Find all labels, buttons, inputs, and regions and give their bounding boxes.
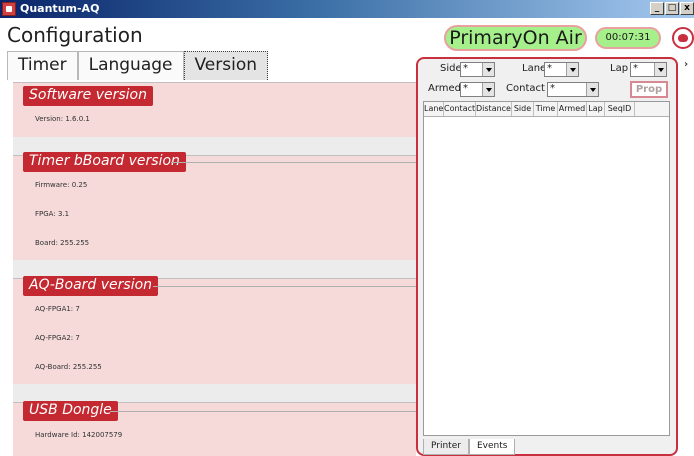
firmware-value: 0.25 [71,181,88,189]
board-label: Board: [35,239,58,247]
hardware-id-value: 142007579 [82,431,123,439]
events-panel: Side * Lane * Lap * Armed * Contact * Pr… [416,57,678,456]
prop-button[interactable]: Prop [630,81,668,98]
section-rule [171,162,416,163]
column-header-time[interactable]: Time [534,102,558,116]
chevron-down-icon[interactable] [586,83,598,96]
on-air-status-badge: PrimaryOn Air [444,25,587,51]
section-title-timer-board: Timer bBoard version [23,152,186,172]
chevron-down-icon[interactable] [566,63,578,76]
section-rule [110,411,416,412]
clock-display: 00:07:31 [595,27,661,49]
fpga-label: FPGA: [35,210,56,218]
events-panel-tabs: Printer Events [423,439,516,455]
filter-lap-label: Lap [610,63,629,74]
section-title-aq-board: AQ-Board version [23,276,159,296]
software-version-row: Version: 1.6.0.1 [35,115,90,123]
filter-side-dropdown[interactable]: * [460,62,495,77]
section-divider [13,384,416,402]
chevron-down-icon[interactable] [482,63,494,76]
window-titlebar: Quantum-AQ _ □ x [0,0,694,18]
fpga-value: 3.1 [57,210,70,218]
software-version-section: Software version Version: 1.6.0.1 [13,82,416,137]
chevron-down-icon[interactable] [482,83,494,96]
filter-contact-dropdown[interactable]: * [547,82,599,97]
aq-board-value: 255.255 [72,363,102,371]
aq-fpga2-label: AQ-FPGA2: [35,334,74,342]
filter-contact-value: * [550,83,555,94]
aq-fpga1-label: AQ-FPGA1: [35,305,74,313]
filter-lap-dropdown[interactable]: * [630,62,667,77]
usb-dongle-section: USB Dongle Hardware Id: 142007579 [13,401,416,456]
chevron-down-icon[interactable] [654,63,666,76]
board-value: 255.255 [60,239,90,247]
aq-fpga1-value: 7 [75,305,80,313]
events-table: Lane Contact Distance Side Time Armed La… [423,101,670,436]
section-title-usb: USB Dongle [23,401,118,421]
filter-armed-value: * [463,83,468,94]
column-header-seqid[interactable]: SeqID [605,102,635,116]
window-title: Quantum-AQ [20,2,100,15]
filter-lane-value: * [547,63,552,74]
filter-lap-value: * [633,63,638,74]
user-icon[interactable] [672,27,694,49]
filter-armed-label: Armed [428,83,462,94]
filter-armed-dropdown[interactable]: * [460,82,495,97]
timer-board-section: Timer bBoard version Firmware: 0.25 FPGA… [13,152,416,260]
hardware-id-label: Hardware Id: [35,431,80,439]
maximize-button[interactable]: □ [665,2,679,15]
software-version-value: 1.6.0.1 [65,115,90,123]
aq-fpga2-row: AQ-FPGA2: 7 [35,334,80,342]
section-title-software: Software version [23,86,153,106]
aq-fpga1-row: AQ-FPGA1: 7 [35,305,80,313]
firmware-label: Firmware: [35,181,70,189]
fpga-row: FPGA: 3.1 [35,210,69,218]
aq-board-section: AQ-Board version AQ-FPGA1: 7 AQ-FPGA2: 7… [13,276,416,384]
software-version-label: Version: [35,115,64,123]
filter-lane-label: Lane [522,63,547,74]
column-header-armed[interactable]: Armed [558,102,587,116]
column-header-distance[interactable]: Distance [476,102,512,116]
events-table-header: Lane Contact Distance Side Time Armed La… [424,102,669,117]
window-controls: _ □ x [650,2,694,15]
column-header-lap[interactable]: Lap [587,102,605,116]
hardware-id-row: Hardware Id: 142007579 [35,431,122,439]
app-header: Configuration PrimaryOn Air 00:07:31 [0,18,694,52]
filter-contact-label: Contact [506,83,545,94]
aq-board-label: AQ-Board: [35,363,71,371]
board-row: Board: 255.255 [35,239,89,247]
column-header-contact[interactable]: Contact [444,102,476,116]
close-button[interactable]: x [680,2,694,15]
app-logo-icon [2,2,16,16]
section-rule [153,286,416,287]
aq-fpga2-value: 7 [75,334,80,342]
chevron-right-icon[interactable]: › [684,59,688,70]
filter-lane-dropdown[interactable]: * [544,62,579,77]
tab-printer[interactable]: Printer [423,439,469,455]
column-header-lane[interactable]: Lane [424,102,444,116]
aq-board-row: AQ-Board: 255.255 [35,363,102,371]
filter-side-label: Side [440,63,462,74]
version-content: Software version Version: 1.6.0.1 Timer … [13,56,416,456]
tab-events[interactable]: Events [468,439,516,455]
column-header-side[interactable]: Side [512,102,534,116]
minimize-button[interactable]: _ [650,2,664,15]
firmware-row: Firmware: 0.25 [35,181,87,189]
filter-side-value: * [463,63,468,74]
page-title: Configuration [7,23,143,47]
